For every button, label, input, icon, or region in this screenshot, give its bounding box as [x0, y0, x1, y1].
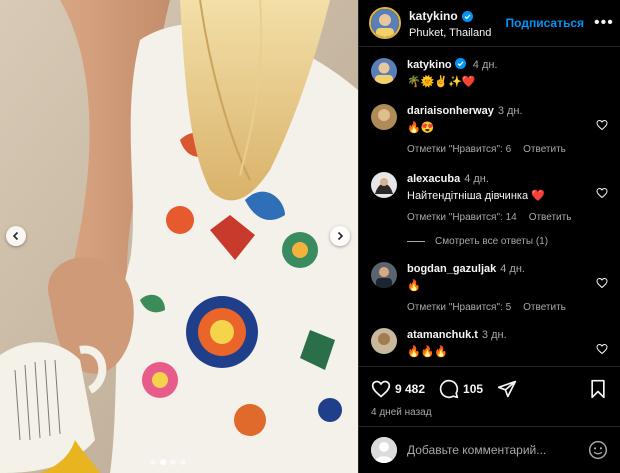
carousel-dot-active: [160, 459, 166, 465]
caption-time: 4 дн.: [472, 59, 498, 71]
author-username-text[interactable]: katykino: [409, 9, 458, 23]
caption-avatar[interactable]: [371, 58, 397, 84]
comment-item: dariaisonherway 3 дн. 🔥😍 Отметки "Нравитс…: [371, 104, 608, 155]
caption-text: 🌴🌞✌️✨❤️: [407, 76, 476, 88]
verified-badge-icon: [461, 10, 473, 22]
comment-text: Найтендітніша дівчинка ❤️: [407, 190, 545, 202]
commenter-username[interactable]: bogdan_gazuljak: [407, 263, 496, 275]
caption-username[interactable]: katykino: [407, 59, 452, 71]
comment-item: alexacuba 4 дн. Найтендітніша дівчинка ❤️…: [371, 172, 608, 223]
comment-bubble-icon: [439, 379, 459, 399]
heart-icon: [371, 380, 391, 398]
likes-count[interactable]: 9 482: [395, 382, 425, 396]
commenter-username[interactable]: atamanchuk.t: [407, 329, 478, 341]
post-header: katykino Phuket, Thailand Подписаться ••…: [359, 0, 620, 47]
comment-like-button[interactable]: [596, 118, 608, 131]
comment-time: 3 дн.: [497, 105, 523, 117]
carousel-next-button[interactable]: [330, 226, 350, 246]
carousel-dot: [150, 459, 156, 465]
current-user-avatar: [371, 437, 397, 463]
comment-like-button[interactable]: [596, 276, 608, 289]
verified-badge-icon: [454, 58, 466, 69]
add-comment-bar: [359, 426, 620, 473]
commenter-username[interactable]: dariaisonherway: [407, 105, 494, 117]
follow-button[interactable]: Подписаться: [506, 16, 584, 30]
carousel-dot: [180, 459, 186, 465]
post-side-panel: katykino Phuket, Thailand Подписаться ••…: [358, 0, 620, 473]
commenter-avatar[interactable]: [371, 172, 397, 198]
add-comment-input[interactable]: [407, 443, 588, 457]
emoji-icon[interactable]: [588, 440, 608, 460]
photo-illustration: [0, 0, 358, 473]
save-button[interactable]: [588, 379, 608, 399]
like-button[interactable]: 9 482: [371, 379, 425, 399]
comments-list[interactable]: katykino 4 дн. 🌴🌞✌️✨❤️ dariaisonherway 3 …: [359, 48, 620, 366]
heart-outline-icon: [596, 343, 608, 355]
comment-time: 4 дн.: [464, 173, 489, 185]
commenter-avatar[interactable]: [371, 328, 397, 354]
share-button[interactable]: [497, 379, 517, 399]
reply-button[interactable]: Ответить: [523, 302, 566, 313]
post-actions: 9 482 105 4 дней назад: [359, 366, 620, 424]
view-replies-label[interactable]: Смотреть все ответы (1): [435, 236, 548, 247]
comment-time: 4 дн.: [500, 263, 525, 275]
chevron-right-icon: [337, 231, 344, 241]
comment-item: atamanchuk.t 3 дн. 🔥🔥🔥: [371, 328, 608, 360]
comment-likes-count[interactable]: Отметки "Нравится": 5: [407, 302, 511, 313]
commenter-avatar[interactable]: [371, 104, 397, 130]
post-location[interactable]: Phuket, Thailand: [409, 27, 506, 39]
commenter-avatar[interactable]: [371, 262, 397, 288]
carousel-indicator: [150, 459, 186, 465]
heart-outline-icon: [596, 119, 608, 131]
bookmark-icon: [591, 379, 605, 399]
post-caption: katykino 4 дн. 🌴🌞✌️✨❤️: [371, 58, 608, 90]
comment-like-button[interactable]: [596, 342, 608, 355]
comments-count[interactable]: 105: [463, 382, 483, 396]
comment-time: 3 дн.: [481, 329, 507, 341]
comment-text: 🔥: [407, 280, 421, 292]
author-avatar[interactable]: [369, 7, 401, 39]
reply-button[interactable]: Ответить: [529, 212, 572, 223]
view-replies-button[interactable]: Смотреть все ответы (1): [407, 236, 548, 247]
commenter-username[interactable]: alexacuba: [407, 173, 460, 185]
carousel-prev-button[interactable]: [6, 226, 26, 246]
paper-plane-icon: [497, 380, 517, 398]
heart-outline-icon: [596, 277, 608, 289]
comment-text: 🔥😍: [407, 122, 435, 134]
author-username[interactable]: katykino: [409, 9, 473, 23]
post-photo[interactable]: [0, 0, 358, 473]
comment-item: bogdan_gazuljak 4 дн. 🔥 Отметки "Нравится…: [371, 262, 608, 313]
comment-button[interactable]: 105: [439, 379, 483, 399]
more-options-icon[interactable]: •••: [594, 15, 613, 31]
comment-likes-count[interactable]: Отметки "Нравится": 14: [407, 212, 517, 223]
post-timestamp[interactable]: 4 дней назад: [371, 407, 432, 418]
chevron-left-icon: [12, 231, 19, 241]
comment-likes-count[interactable]: Отметки "Нравится": 6: [407, 144, 511, 155]
heart-outline-icon: [596, 187, 608, 199]
comment-like-button[interactable]: [596, 186, 608, 199]
replies-divider: [407, 241, 425, 242]
comment-text: 🔥🔥🔥: [407, 346, 449, 358]
reply-button[interactable]: Ответить: [523, 144, 566, 155]
carousel-dot: [170, 459, 176, 465]
